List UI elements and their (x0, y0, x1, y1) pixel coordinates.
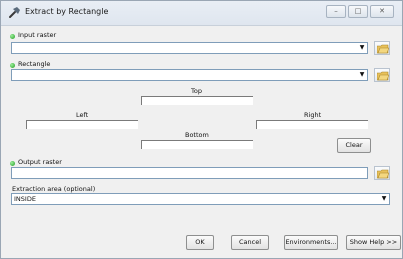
top-input[interactable] (141, 96, 253, 105)
top-label: Top (191, 87, 202, 95)
close-button[interactable]: ✕ (370, 5, 394, 18)
ok-button[interactable]: OK (186, 235, 214, 250)
show-help-button[interactable]: Show Help >> (346, 235, 401, 250)
rectangle-label: Rectangle (18, 60, 51, 68)
clear-button[interactable]: Clear (337, 138, 371, 153)
required-green-dot-icon (10, 34, 15, 39)
extraction-area-select[interactable]: INSIDE (11, 193, 390, 205)
input-raster-browse-button[interactable] (374, 41, 390, 55)
right-label: Right (304, 111, 322, 119)
input-raster-chevron-down-icon[interactable]: ▼ (357, 43, 367, 53)
open-folder-icon (377, 169, 389, 179)
open-folder-icon (377, 44, 389, 54)
input-raster-field[interactable] (11, 42, 368, 54)
output-raster-field[interactable] (11, 167, 368, 179)
open-folder-icon (377, 71, 389, 81)
environments-button[interactable]: Environments... (284, 235, 338, 250)
extraction-area-chevron-down-icon[interactable]: ▼ (379, 194, 389, 204)
rectangle-field[interactable] (11, 69, 368, 81)
left-label: Left (76, 111, 89, 119)
bottom-input[interactable] (141, 140, 253, 149)
window-title: Extract by Rectangle (25, 7, 109, 16)
left-input[interactable] (26, 120, 138, 129)
minimize-button[interactable]: – (326, 5, 346, 18)
extract-by-rectangle-dialog: Extract by Rectangle – □ ✕ Input raster … (0, 0, 403, 259)
right-input[interactable] (256, 120, 368, 129)
hammer-icon (9, 7, 20, 18)
required-green-dot-icon (10, 63, 15, 68)
rectangle-chevron-down-icon[interactable]: ▼ (357, 70, 367, 80)
bottom-label: Bottom (185, 131, 209, 139)
extraction-area-label: Extraction area (optional) (12, 185, 96, 193)
title-bar[interactable]: Extract by Rectangle – □ ✕ (1, 1, 402, 26)
output-raster-browse-button[interactable] (374, 166, 390, 180)
rectangle-browse-button[interactable] (374, 68, 390, 82)
required-green-dot-icon (10, 161, 15, 166)
maximize-button[interactable]: □ (348, 5, 368, 18)
output-raster-label: Output raster (18, 158, 62, 166)
cancel-button[interactable]: Cancel (231, 235, 269, 250)
input-raster-label: Input raster (18, 31, 57, 39)
